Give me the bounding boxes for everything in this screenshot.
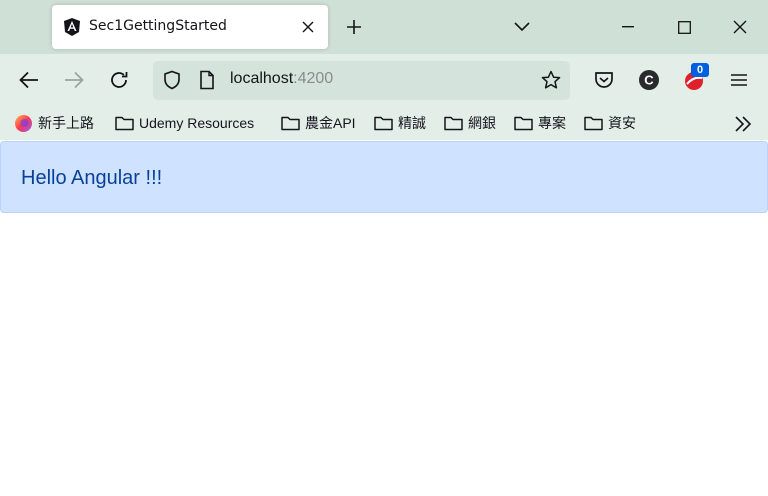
page-icon[interactable] bbox=[197, 70, 217, 90]
maximize-icon bbox=[677, 20, 691, 34]
letter-c-extension-icon: C bbox=[639, 70, 659, 90]
page-content: Hello Angular !!! bbox=[0, 140, 768, 496]
shield-icon[interactable] bbox=[162, 70, 182, 90]
menu-button[interactable] bbox=[725, 66, 753, 94]
chevron-down-icon bbox=[514, 22, 530, 32]
back-button[interactable] bbox=[15, 66, 43, 94]
angular-icon bbox=[64, 18, 80, 36]
alert-text: Hello Angular !!! bbox=[21, 167, 163, 189]
pocket-icon bbox=[595, 72, 613, 88]
arrow-left-icon bbox=[19, 71, 38, 89]
forward-button[interactable] bbox=[60, 66, 88, 94]
folder-icon bbox=[584, 116, 603, 131]
close-icon bbox=[733, 20, 747, 34]
navigation-toolbar: localhost:4200 C bbox=[0, 54, 768, 106]
close-window-button[interactable] bbox=[728, 15, 752, 39]
bookmark-label: 專案 bbox=[538, 115, 566, 131]
extension-c-button[interactable]: C bbox=[635, 66, 663, 94]
maximize-button[interactable] bbox=[672, 15, 696, 39]
bookmark-label: 網銀 bbox=[468, 115, 496, 131]
url-text[interactable]: localhost:4200 bbox=[230, 70, 333, 88]
folder-icon bbox=[374, 116, 393, 131]
bookmark-label: 農金API bbox=[305, 115, 356, 131]
bookmark-label: Udemy Resources bbox=[139, 115, 255, 131]
bookmark-folder[interactable]: 資安 bbox=[584, 112, 636, 134]
bookmark-folder[interactable]: 網銀 bbox=[444, 112, 496, 134]
plus-icon bbox=[347, 20, 361, 34]
firefox-icon bbox=[15, 114, 32, 132]
title-bar: Sec1GettingStarted bbox=[0, 0, 768, 54]
bookmark-label: 新手上路 bbox=[38, 115, 94, 131]
url-port: :4200 bbox=[293, 70, 334, 87]
folder-icon bbox=[514, 116, 533, 131]
folder-icon bbox=[115, 116, 134, 131]
bookmark-folder[interactable]: Udemy Resources bbox=[115, 112, 254, 134]
new-tab-button[interactable] bbox=[342, 15, 366, 39]
hamburger-menu-icon bbox=[731, 74, 747, 86]
arrow-right-icon bbox=[65, 71, 84, 89]
pocket-button[interactable] bbox=[590, 66, 618, 94]
minimize-button[interactable] bbox=[616, 15, 640, 39]
svg-text:C: C bbox=[644, 73, 654, 88]
bookmarks-toolbar: 新手上路 Udemy Resources 農金API 精誠 網銀 專案 資安 bbox=[0, 106, 768, 140]
folder-icon bbox=[281, 116, 300, 131]
bookmark-folder[interactable]: 農金API bbox=[281, 112, 356, 134]
list-all-tabs-button[interactable] bbox=[510, 15, 534, 39]
minimize-icon bbox=[622, 26, 634, 28]
extension-badge: 0 bbox=[691, 63, 709, 77]
bookmark-folder[interactable]: 專案 bbox=[514, 112, 566, 134]
close-tab-icon[interactable] bbox=[298, 17, 318, 37]
bookmark-item[interactable]: 新手上路 bbox=[14, 112, 94, 134]
url-host: localhost bbox=[230, 70, 294, 87]
reload-icon bbox=[111, 72, 128, 88]
chevron-double-right-icon[interactable] bbox=[733, 114, 753, 134]
info-alert: Hello Angular !!! bbox=[0, 141, 768, 213]
folder-icon bbox=[444, 116, 463, 131]
bookmark-label: 資安 bbox=[608, 115, 636, 131]
active-tab[interactable]: Sec1GettingStarted bbox=[52, 5, 328, 49]
bookmark-folder[interactable]: 精誠 bbox=[374, 112, 426, 134]
reload-button[interactable] bbox=[105, 66, 133, 94]
url-bar[interactable]: localhost:4200 bbox=[153, 61, 570, 100]
tab-title: Sec1GettingStarted bbox=[89, 18, 227, 34]
star-icon[interactable] bbox=[541, 70, 561, 90]
bookmark-label: 精誠 bbox=[398, 115, 426, 131]
